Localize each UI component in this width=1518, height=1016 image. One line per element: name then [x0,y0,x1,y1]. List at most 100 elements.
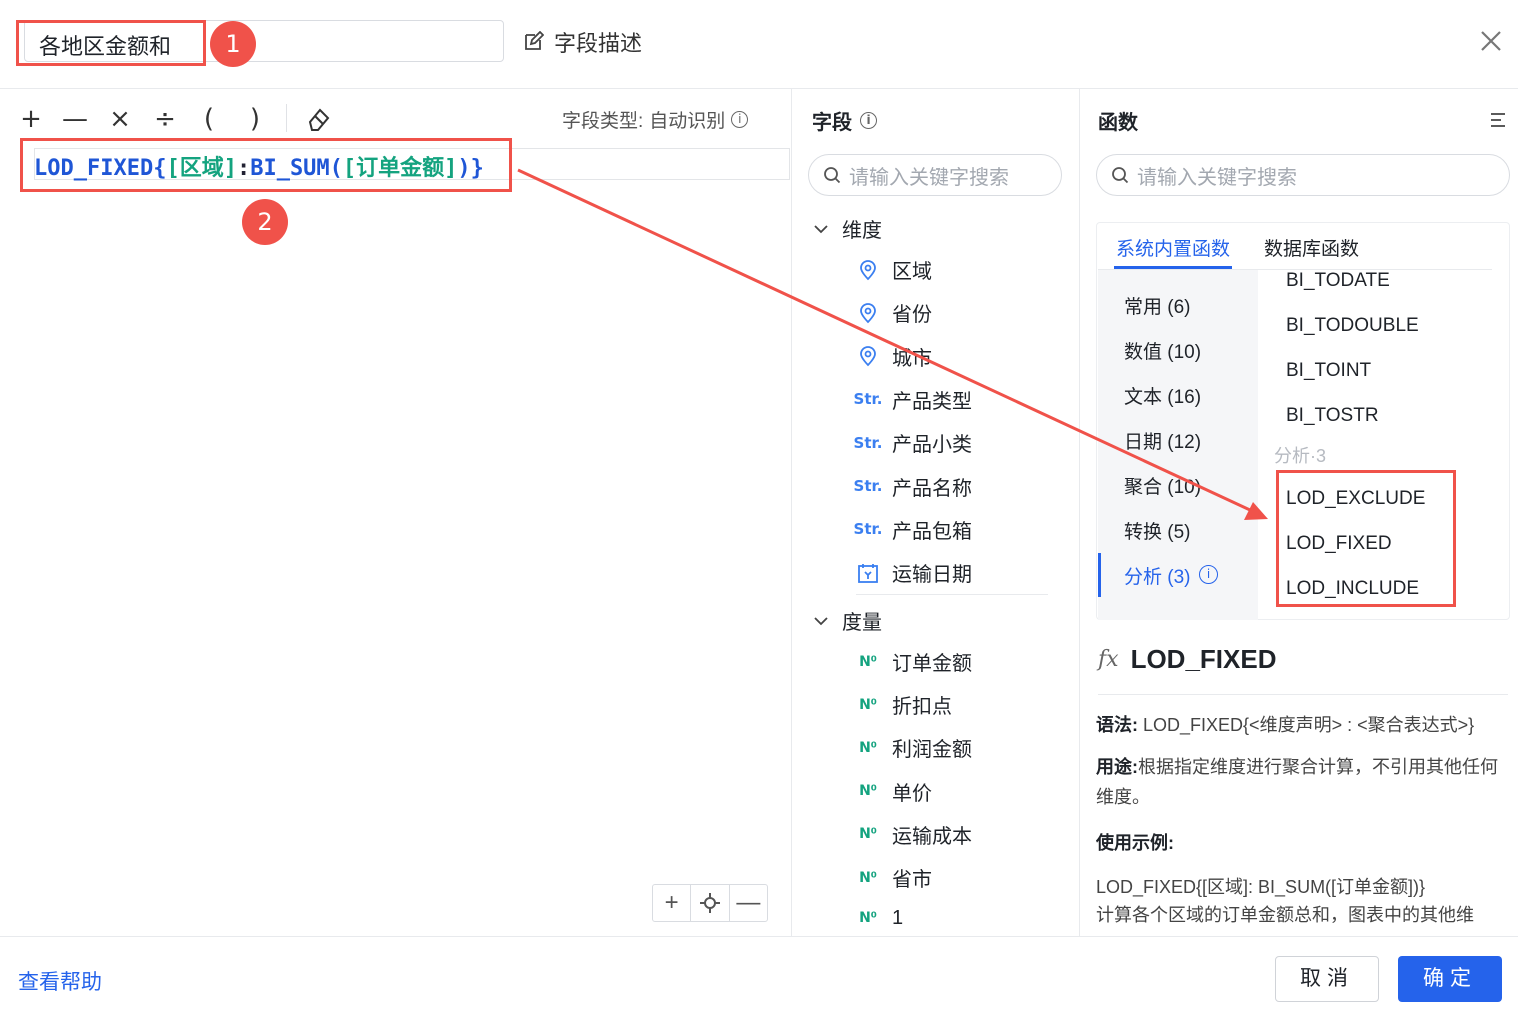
header-divider [0,88,1518,89]
field-item[interactable]: N⁰ 省市 [856,863,932,892]
function-item[interactable]: BI_TOSTR [1286,405,1379,427]
syntax-text: LOD_FIXED{<维度声明> : <聚合表达式>} [1143,715,1475,735]
location-icon [856,258,880,282]
op-plus-button[interactable]: + [14,102,48,136]
field-item[interactable]: 区域 [856,255,932,284]
functions-menu-button[interactable] [1488,110,1508,130]
info-icon[interactable]: i [1199,565,1218,584]
function-category[interactable]: 转换 (5) [1124,517,1191,544]
function-category[interactable]: 文本 (16) [1124,382,1201,409]
field-description-label: 字段描述 [554,31,643,56]
field-item[interactable]: N⁰ 运输成本 [856,820,972,849]
cancel-button[interactable]: 取消 [1275,956,1379,1002]
field-item[interactable]: Str. 产品类型 [853,385,972,414]
help-link[interactable]: 查看帮助 [18,966,102,996]
info-icon[interactable]: i [860,112,877,129]
field-label: 产品包箱 [892,520,972,543]
function-group-label: 分析·3 [1274,446,1327,466]
info-icon[interactable]: i [731,111,749,128]
function-category[interactable]: 常用 (6) [1124,292,1191,319]
category-active-indicator [1098,553,1101,597]
confirm-button[interactable]: 确定 [1398,956,1502,1002]
field-label: 运输成本 [892,825,972,848]
field-item[interactable]: N⁰ 折扣点 [856,690,952,719]
example-description: 计算各个区域的订单金额总和，图表中的其他维 [1096,905,1474,925]
column-divider [1079,89,1080,937]
string-icon: Str. [853,433,883,452]
field-item[interactable]: Str. 产品包箱 [853,515,972,544]
fields-search-input[interactable]: 请输入关键字搜索 [808,154,1062,196]
field-label: 运输日期 [892,564,972,587]
function-item[interactable]: BI_TODATE [1286,270,1390,292]
function-item[interactable]: BI_TODOUBLE [1286,315,1419,337]
number-icon: N⁰ [859,739,877,756]
function-item[interactable]: BI_TOINT [1286,360,1371,382]
location-icon [856,344,880,368]
annotation-badge-1: 1 [210,21,256,67]
op-multiply-button[interactable]: × [103,102,137,136]
functions-search-input[interactable]: 请输入关键字搜索 [1096,154,1510,196]
tab-database-functions[interactable]: 数据库函数 [1264,234,1359,261]
measure-group-toggle[interactable]: 度量 [812,606,882,635]
toolbar-separator [286,104,287,132]
op-left-paren-button[interactable]: ( [192,102,226,136]
fields-search-placeholder: 请输入关键字搜索 [849,166,1009,189]
function-category[interactable]: 日期 (12) [1124,427,1201,454]
measure-group-label: 度量 [842,612,882,634]
op-right-paren-button[interactable]: ) [238,102,272,136]
field-item[interactable]: N⁰ 订单金额 [856,647,972,676]
op-divide-button[interactable]: ÷ [148,102,182,136]
field-label: 1 [892,906,904,929]
dimension-group-toggle[interactable]: 维度 [812,214,882,243]
function-category[interactable]: 分析 (3) [1124,562,1191,589]
field-item[interactable]: N⁰ 单价 [856,777,932,806]
chevron-down-icon [814,224,828,233]
field-type-selector[interactable]: 字段类型: 自动识别 i [562,106,749,133]
close-icon [1481,31,1501,51]
tab-builtin-functions[interactable]: 系统内置函数 [1116,234,1230,261]
group-separator [856,594,1048,595]
field-label: 折扣点 [892,696,952,719]
usage-text: 根据指定维度进行聚合计算，不引用其他任何维度。 [1096,757,1498,807]
detail-divider [1098,694,1508,695]
field-item[interactable]: 运输日期 [856,558,972,587]
location-icon [856,301,880,325]
annotation-box-name [16,20,206,66]
example-label-text: 使用示例: [1096,833,1174,853]
zoom-in-button[interactable]: + [653,885,692,921]
clear-format-button[interactable] [304,104,334,134]
function-category[interactable]: 聚合 (10) [1124,472,1201,499]
field-item[interactable]: 城市 [856,342,932,371]
field-item[interactable]: Str. 产品名称 [853,472,972,501]
footer-divider [0,936,1518,937]
field-label: 订单金额 [892,653,972,675]
list-menu-icon [1491,113,1505,127]
function-category[interactable]: 数值 (10) [1124,337,1201,364]
field-item[interactable]: Str. 产品小类 [853,428,972,457]
column-divider [791,89,792,937]
field-item[interactable]: N⁰ 利润金额 [856,733,972,762]
locate-button[interactable] [691,885,730,921]
number-icon: N⁰ [859,696,877,713]
example-code: LOD_FIXED{[区域]: BI_SUM([订单金额])} [1096,877,1426,897]
field-label: 产品小类 [892,434,972,457]
string-icon: Str. [853,477,883,495]
string-icon: Str. [853,520,883,539]
annotation-box-lod [1276,470,1456,607]
functions-title: 函数 [1098,112,1138,134]
string-icon: Str. [853,390,883,409]
field-label: 区域 [892,261,932,283]
zoom-out-button[interactable]: — [730,885,767,921]
field-description-button[interactable]: 字段描述 [522,26,642,58]
field-label: 利润金额 [892,739,972,762]
function-detail-title: fx LOD_FIXED [1098,644,1276,675]
fields-title-text: 字段 [812,112,852,134]
field-item[interactable]: N⁰ 1 [856,906,903,930]
syntax-label: 语法: [1096,715,1138,735]
usage-label: 用途: [1096,757,1138,777]
field-item[interactable]: 省份 [856,298,932,327]
number-icon: N⁰ [859,826,877,843]
field-label: 产品类型 [892,390,972,413]
op-minus-button[interactable]: — [58,102,92,136]
close-button[interactable] [1474,24,1508,58]
